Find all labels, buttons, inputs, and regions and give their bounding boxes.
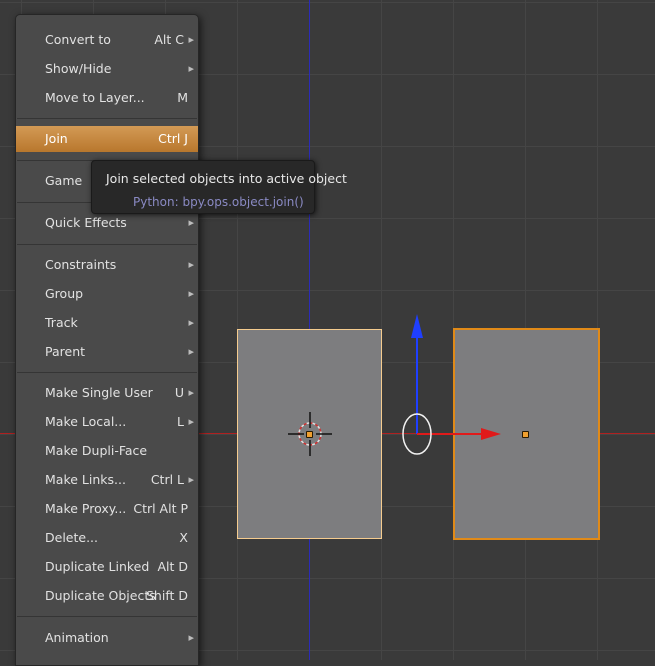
chevron-right-icon: ▸ bbox=[188, 473, 194, 486]
menu-item-shortcut: Ctrl Alt P bbox=[133, 501, 188, 516]
tooltip-description: Join selected objects into active object bbox=[106, 171, 347, 186]
menu-item-shortcut: Shift D bbox=[145, 588, 188, 603]
menu-item-show-hide[interactable]: Show/Hide ▸ bbox=[16, 56, 198, 82]
menu-item-label: Move to Layer... bbox=[45, 90, 145, 105]
chevron-right-icon: ▸ bbox=[188, 62, 194, 75]
chevron-right-icon: ▸ bbox=[188, 287, 194, 300]
menu-item-label: Convert to bbox=[45, 32, 111, 47]
menu-separator bbox=[17, 118, 197, 119]
menu-item-shortcut: Ctrl L bbox=[150, 472, 184, 487]
menu-item-duplicate-objects[interactable]: Duplicate Objects Shift D bbox=[16, 583, 198, 609]
menu-item-animation[interactable]: Animation ▸ bbox=[16, 625, 198, 651]
menu-item-constraints[interactable]: Constraints ▸ bbox=[16, 252, 198, 278]
menu-item-label: Constraints bbox=[45, 257, 117, 272]
menu-item-group[interactable]: Group ▸ bbox=[16, 281, 198, 307]
menu-item-label: Make Proxy... bbox=[45, 501, 127, 516]
menu-item-label: Delete... bbox=[45, 530, 98, 545]
menu-item-shortcut: Alt D bbox=[157, 559, 188, 574]
menu-separator bbox=[17, 244, 197, 245]
menu-item-label: Game bbox=[45, 173, 83, 188]
menu-item-delete[interactable]: Delete... X bbox=[16, 525, 198, 551]
chevron-right-icon: ▸ bbox=[188, 316, 194, 329]
menu-item-make-dupli-face[interactable]: Make Dupli-Face bbox=[16, 438, 198, 464]
menu-item-label: Track bbox=[45, 315, 78, 330]
menu-item-make-local[interactable]: Make Local... L ▸ bbox=[16, 409, 198, 435]
menu-item-make-single-user[interactable]: Make Single User U ▸ bbox=[16, 380, 198, 406]
menu-item-label: Animation bbox=[45, 630, 109, 645]
menu-item-label: Show/Hide bbox=[45, 61, 112, 76]
menu-item-label: Make Links... bbox=[45, 472, 126, 487]
menu-item-shortcut: Ctrl J bbox=[158, 131, 188, 146]
menu-item-label: Join bbox=[45, 131, 68, 146]
chevron-right-icon: ▸ bbox=[188, 415, 194, 428]
chevron-right-icon: ▸ bbox=[188, 386, 194, 399]
menu-item-label: Make Single User bbox=[45, 385, 153, 400]
chevron-right-icon: ▸ bbox=[188, 258, 194, 271]
menu-item-duplicate-linked[interactable]: Duplicate Linked Alt D bbox=[16, 554, 198, 580]
menu-item-shortcut: Alt C bbox=[154, 32, 184, 47]
menu-item-label: Group bbox=[45, 286, 84, 301]
chevron-right-icon: ▸ bbox=[188, 345, 194, 358]
menu-item-label: Duplicate Objects bbox=[45, 588, 156, 603]
menu-item-make-proxy[interactable]: Make Proxy... Ctrl Alt P bbox=[16, 496, 198, 522]
menu-item-label: Parent bbox=[45, 344, 86, 359]
menu-item-join[interactable]: Join Ctrl J bbox=[16, 126, 198, 152]
menu-item-label: Duplicate Linked bbox=[45, 559, 150, 574]
object-menu: Convert to Alt C ▸ Show/Hide ▸ Move to L… bbox=[15, 14, 199, 666]
transform-manipulator-icon[interactable] bbox=[395, 310, 515, 460]
chevron-right-icon: ▸ bbox=[188, 631, 194, 644]
origin-dot-right bbox=[522, 431, 529, 438]
origin-dot-left bbox=[306, 431, 313, 438]
menu-separator bbox=[17, 372, 197, 373]
menu-item-shortcut: L bbox=[177, 414, 184, 429]
menu-item-shortcut: X bbox=[179, 530, 188, 545]
menu-item-move-to-layer[interactable]: Move to Layer... M bbox=[16, 85, 198, 111]
join-tooltip: Join selected objects into active object… bbox=[91, 160, 347, 214]
menu-item-label: Make Dupli-Face bbox=[45, 443, 148, 458]
menu-separator bbox=[17, 616, 197, 617]
tooltip-python-path: Python: bpy.ops.object.join() bbox=[133, 195, 304, 209]
menu-item-label: Make Local... bbox=[45, 414, 127, 429]
menu-item-shortcut: U bbox=[174, 385, 184, 400]
menu-item-convert-to[interactable]: Convert to Alt C ▸ bbox=[16, 27, 198, 53]
menu-item-parent[interactable]: Parent ▸ bbox=[16, 339, 198, 365]
menu-item-shortcut: M bbox=[177, 90, 188, 105]
chevron-right-icon: ▸ bbox=[188, 33, 194, 46]
menu-item-make-links[interactable]: Make Links... Ctrl L ▸ bbox=[16, 467, 198, 493]
menu-item-track[interactable]: Track ▸ bbox=[16, 310, 198, 336]
